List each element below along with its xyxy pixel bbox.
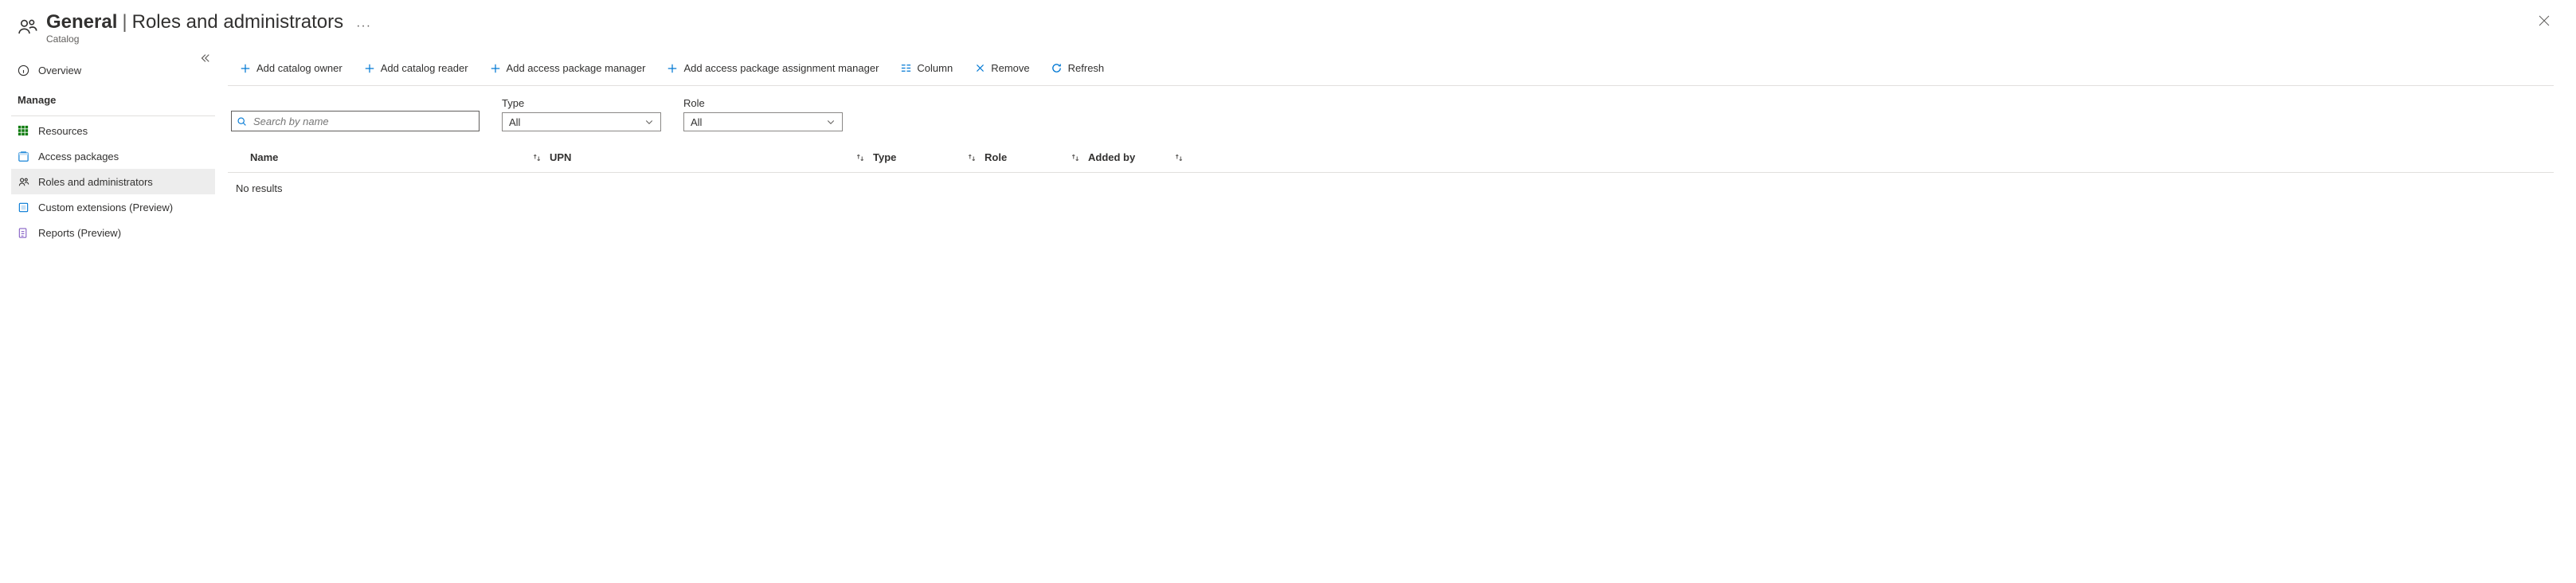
sidebar-item-resources[interactable]: Resources [11,118,215,143]
sidebar-item-overview[interactable]: Overview [11,57,215,83]
info-icon [16,63,30,77]
page-title-main: General [46,11,117,33]
package-icon [16,149,30,163]
search-icon [237,116,247,127]
sidebar-item-label: Overview [38,65,81,76]
column-header-upn[interactable]: UPN [550,151,873,163]
sort-icon [855,153,865,162]
column-header-role[interactable]: Role [985,151,1088,163]
add-catalog-reader-button[interactable]: Add catalog reader [355,59,476,78]
x-icon [973,62,986,75]
column-header-name[interactable]: Name [231,151,550,163]
sidebar-item-label: Reports (Preview) [38,227,121,239]
sidebar-item-reports[interactable]: Reports (Preview) [11,220,215,245]
table-header: Name UPN Type Role Added by [228,143,2554,173]
button-label: Column [917,62,953,74]
column-label: Role [985,151,1007,163]
add-catalog-owner-button[interactable]: Add catalog owner [231,59,350,78]
chevron-down-icon [826,117,836,127]
no-results-message: No results [228,173,2554,194]
plus-icon [239,62,252,75]
page-subtitle: Catalog [46,33,343,45]
button-label: Add access package assignment manager [683,62,879,74]
sidebar-item-custom-extensions[interactable]: Custom extensions (Preview) [11,194,215,220]
column-label: UPN [550,151,571,163]
search-input-wrapper[interactable] [231,111,480,131]
chevron-down-icon [644,117,654,127]
button-label: Add catalog owner [256,62,343,74]
header-titles: General | Roles and administrators Catal… [46,11,343,45]
add-access-package-assignment-manager-button[interactable]: Add access package assignment manager [658,59,887,78]
columns-icon [899,62,912,75]
main-content: Add catalog owner Add catalog reader Add… [215,51,2576,583]
sidebar-collapse-button[interactable] [199,53,210,64]
sort-icon [967,153,977,162]
page-title-rest: Roles and administrators [132,11,343,33]
column-label: Name [250,151,278,163]
sidebar-group-manage: Manage [11,83,215,112]
plus-icon [363,62,376,75]
more-menu-button[interactable]: ··· [356,19,371,33]
plus-icon [666,62,679,75]
sidebar-item-label: Roles and administrators [38,176,153,188]
filter-bar: Type All Role All [228,86,2554,143]
column-label: Type [873,151,896,163]
type-filter-select[interactable]: All [502,112,661,131]
remove-button[interactable]: Remove [965,59,1037,78]
column-button[interactable]: Column [891,59,961,78]
sidebar: Overview Manage Resources Access package… [11,51,215,583]
page-header: General | Roles and administrators Catal… [11,11,2576,51]
column-header-type[interactable]: Type [873,151,985,163]
refresh-button[interactable]: Refresh [1043,59,1113,78]
sort-icon [1071,153,1080,162]
sort-icon [1174,153,1184,162]
role-filter-select[interactable]: All [683,112,843,131]
add-access-package-manager-button[interactable]: Add access package manager [481,59,654,78]
grid-icon [16,123,30,138]
page-title-sep: | [122,11,127,33]
column-header-added-by[interactable]: Added by [1088,151,1192,163]
role-filter-label: Role [683,97,843,109]
sidebar-divider [11,115,215,116]
sidebar-item-access-packages[interactable]: Access packages [11,143,215,169]
refresh-icon [1051,62,1063,75]
button-label: Add access package manager [507,62,646,74]
button-label: Refresh [1068,62,1105,74]
sidebar-item-label: Custom extensions (Preview) [38,202,173,213]
command-bar: Add catalog owner Add catalog reader Add… [228,51,2554,86]
sidebar-item-roles-admins[interactable]: Roles and administrators [11,169,215,194]
people-role-icon [14,14,40,40]
type-filter-label: Type [502,97,661,109]
column-label: Added by [1088,151,1135,163]
search-input[interactable] [252,115,474,128]
roles-icon [16,174,30,189]
button-label: Remove [991,62,1029,74]
select-value: All [691,116,702,128]
close-button[interactable] [2538,14,2551,27]
button-label: Add catalog reader [381,62,468,74]
sidebar-item-label: Access packages [38,151,119,162]
extension-icon [16,200,30,214]
sort-icon [532,153,542,162]
report-icon [16,225,30,240]
plus-icon [489,62,502,75]
select-value: All [509,116,520,128]
sidebar-item-label: Resources [38,125,88,137]
